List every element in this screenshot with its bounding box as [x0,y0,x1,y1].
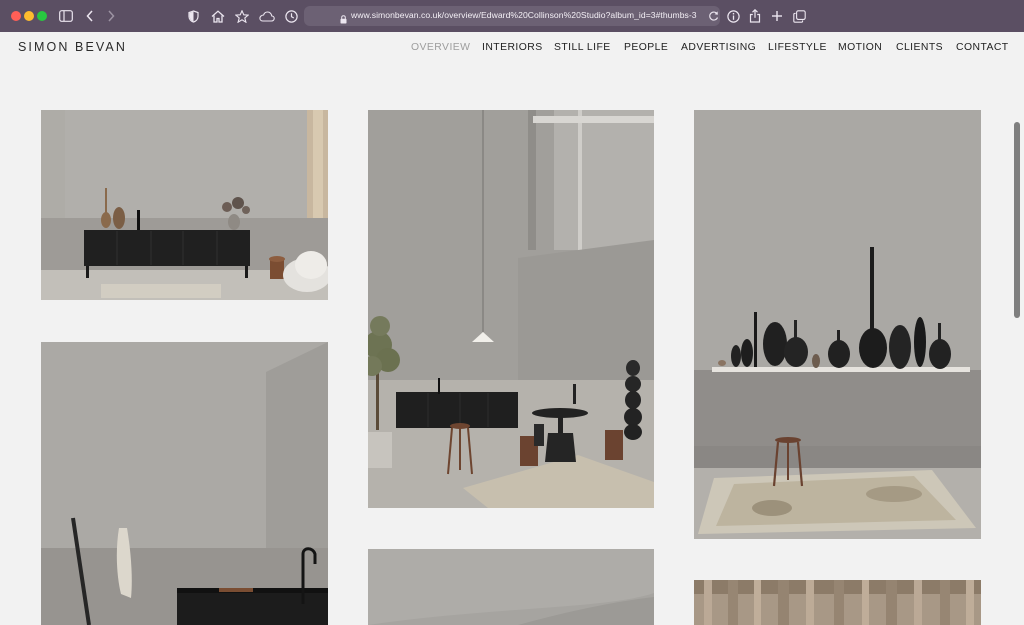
icloud-icon[interactable] [258,7,276,25]
reload-icon[interactable] [708,9,719,27]
nav-still-life[interactable]: STILL LIFE [554,42,611,53]
nav-clients[interactable]: CLIENTS [896,42,943,53]
share-icon[interactable] [747,7,763,25]
nav-contact[interactable]: CONTACT [956,42,1009,53]
curved-wall-photo[interactable] [368,549,654,625]
sidebar-icon[interactable] [58,7,74,25]
linen-curtain-photo[interactable] [694,580,981,625]
kitchen-sideboard-photo[interactable] [41,110,328,300]
lock-icon [340,11,347,29]
history-clock-icon[interactable] [283,7,299,25]
studio-table-stools-photo[interactable] [368,110,654,508]
bookmark-star-icon[interactable] [234,7,250,25]
sink-counter-photo[interactable] [41,342,328,625]
wooden-paddles-shelf-photo[interactable] [694,110,981,539]
page-scrollbar[interactable] [1014,122,1020,318]
nav-overview[interactable]: OVERVIEW [411,42,470,53]
address-bar[interactable]: www.simonbevan.co.uk/overview/Edward%20C… [304,6,720,26]
fullscreen-window-icon[interactable] [37,11,47,21]
home-icon[interactable] [210,7,226,25]
nav-lifestyle[interactable]: LIFESTYLE [768,42,827,53]
nav-interiors[interactable]: INTERIORS [482,42,543,53]
nav-motion[interactable]: MOTION [838,42,882,53]
nav-people[interactable]: PEOPLE [624,42,668,53]
back-icon[interactable] [84,7,96,25]
new-tab-icon[interactable] [769,7,785,25]
browser-toolbar: www.simonbevan.co.uk/overview/Edward%20C… [0,0,1024,32]
forward-icon[interactable] [105,7,117,25]
close-window-icon[interactable] [11,11,21,21]
privacy-shield-icon[interactable] [186,7,200,25]
info-icon[interactable] [725,7,741,25]
nav-advertising[interactable]: ADVERTISING [681,42,756,53]
url-text: www.simonbevan.co.uk/overview/Edward%20C… [351,10,697,20]
site-header: SIMON BEVAN OVERVIEW INTERIORS STILL LIF… [0,32,1024,64]
minimize-window-icon[interactable] [24,11,34,21]
tabs-overview-icon[interactable] [791,7,807,25]
site-logo[interactable]: SIMON BEVAN [18,40,127,54]
